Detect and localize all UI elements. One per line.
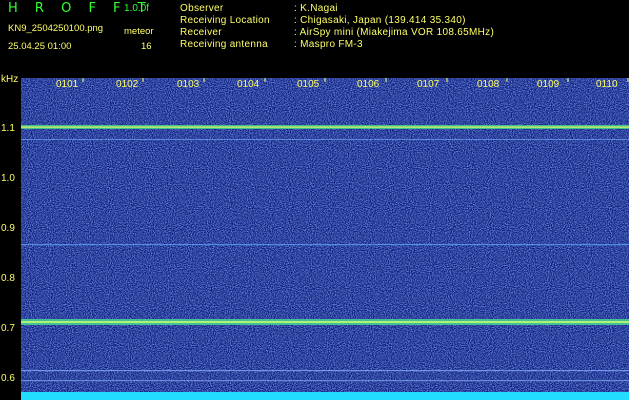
- faint-band: [21, 139, 629, 140]
- faint-band: [21, 380, 629, 382]
- version-label: 1.0.0f: [124, 3, 150, 14]
- info-row-observer: Observer : K.Nagai: [180, 3, 338, 14]
- x-tick-label: 0105: [297, 79, 320, 90]
- timestamp-label: 25.04.25 01:00: [8, 41, 72, 52]
- x-tick-label: 0110: [596, 79, 618, 90]
- x-tick-label: 0101: [56, 79, 79, 90]
- bottom-band: [21, 392, 629, 400]
- y-tick-label: 0.7: [1, 323, 15, 334]
- y-unit-label: kHz: [1, 74, 19, 85]
- info-row-location: Receiving Location : Chigasaki, Japan (13…: [180, 15, 466, 26]
- info-row-antenna: Receiving antenna : Maspro FM-3: [180, 39, 363, 50]
- meteor-count: 16: [141, 41, 152, 52]
- info-key: Receiving Location: [180, 15, 270, 26]
- info-row-receiver: Receiver : AirSpy mini (Miakejima VOR 108…: [180, 27, 494, 38]
- faint-band: [21, 370, 629, 372]
- meteor-label: meteor: [124, 26, 154, 37]
- y-tick-label: 1.0: [1, 173, 15, 184]
- spectrogram: [21, 78, 629, 400]
- filename-label: KN9_2504250100.png: [8, 23, 104, 34]
- info-key: Receiver: [180, 27, 222, 38]
- faint-band: [21, 244, 629, 246]
- info-key: Observer: [180, 3, 224, 14]
- carrier-band-lower-core: [21, 321, 629, 323]
- info-key: Receiving antenna: [180, 39, 268, 50]
- x-tick-label: 0103: [177, 79, 200, 90]
- x-tick-label: 0106: [357, 79, 380, 90]
- y-tick-label: 0.6: [1, 373, 15, 384]
- y-tick-label: 1.1: [1, 123, 15, 134]
- x-tick-label: 0102: [116, 79, 139, 90]
- y-tick-label: 0.8: [1, 273, 15, 284]
- info-value: : K.Nagai: [294, 3, 338, 14]
- x-tick-label: 0109: [537, 79, 560, 90]
- x-tick-label: 0107: [417, 79, 440, 90]
- carrier-band-upper-core: [21, 126, 629, 128]
- info-value: : Maspro FM-3: [294, 39, 363, 50]
- info-value: : Chigasaki, Japan (139.414 35.340): [294, 15, 466, 26]
- info-value: : AirSpy mini (Miakejima VOR 108.65MHz): [294, 27, 495, 38]
- y-tick-label: 0.9: [1, 223, 15, 234]
- x-tick-label: 0104: [237, 79, 260, 90]
- x-tick-label: 0108: [477, 79, 500, 90]
